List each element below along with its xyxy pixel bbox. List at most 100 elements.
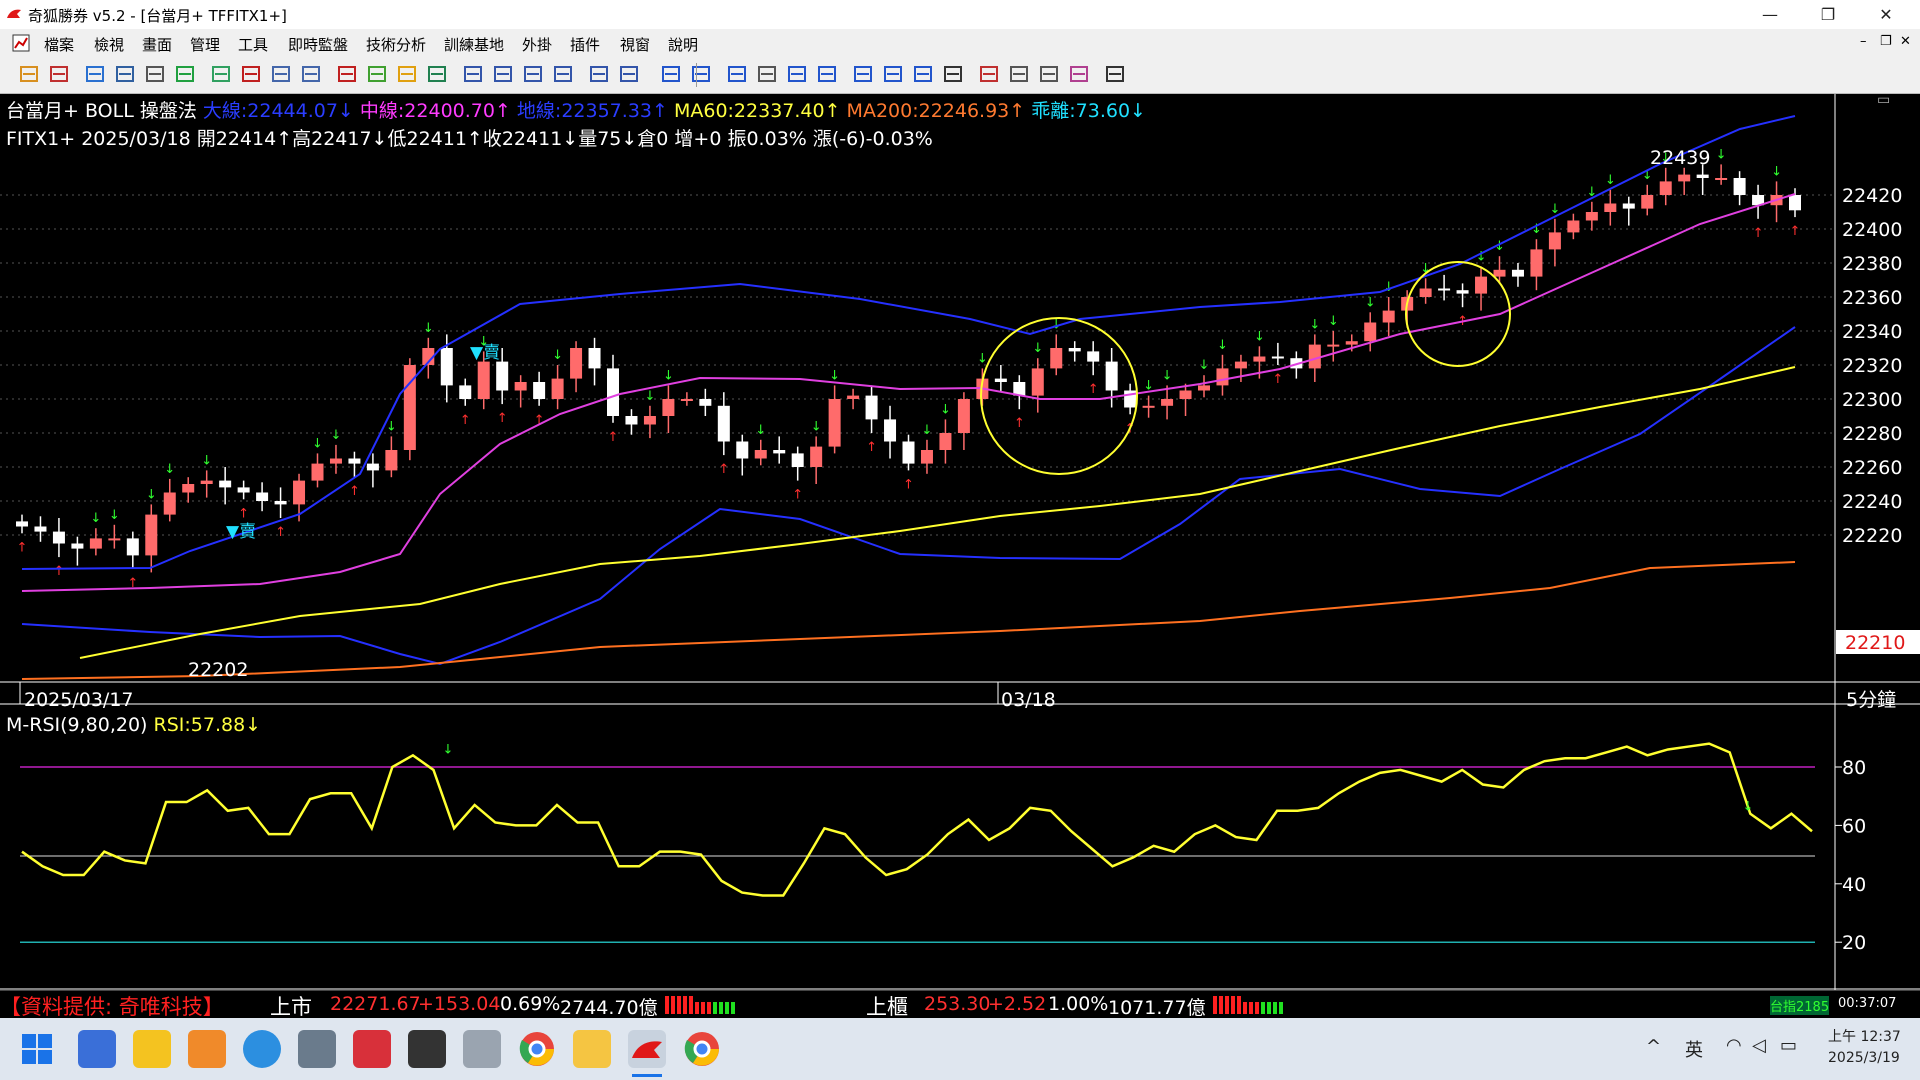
buy-signal-arrow: ↓ <box>1328 314 1339 329</box>
ladybug-app-icon[interactable] <box>463 1030 501 1068</box>
volume-icon[interactable]: ◁ <box>1752 1035 1766 1056</box>
calculator-app-icon[interactable] <box>298 1030 336 1068</box>
menu-8[interactable]: 訓練基地 <box>444 34 504 55</box>
rect-icon[interactable] <box>882 64 904 86</box>
window-icon[interactable] <box>462 64 484 86</box>
current-price-label: 22210 <box>1845 632 1905 654</box>
buy-signal-arrow: ↓ <box>146 487 157 502</box>
store-app-icon[interactable] <box>353 1030 391 1068</box>
menu-1[interactable]: 檔案 <box>44 34 74 55</box>
quote-icon[interactable] <box>48 64 70 86</box>
buy-signal-arrow: ↓ <box>386 419 397 434</box>
close-button[interactable]: ✕ <box>1858 0 1914 29</box>
battery-icon[interactable]: ▭ <box>1780 1035 1797 1056</box>
minimize-button[interactable]: — <box>1742 0 1798 29</box>
boll-lower-line <box>21 326 1796 666</box>
chrome-app-icon[interactable] <box>518 1030 556 1068</box>
menu-7[interactable]: 技術分析 <box>366 34 426 55</box>
menu-2[interactable]: 檢視 <box>94 34 124 55</box>
window5-icon[interactable] <box>588 64 610 86</box>
sell-signal-arrow: ↑ <box>608 430 619 445</box>
diamond-icon[interactable] <box>396 64 418 86</box>
menu-5[interactable]: 工具 <box>238 34 268 55</box>
wifi-icon[interactable]: ◠ <box>1726 1035 1742 1056</box>
volume-bar-segment <box>1237 996 1241 1014</box>
menu-3[interactable]: 畫面 <box>142 34 172 55</box>
globe-app-icon[interactable] <box>243 1030 281 1068</box>
restore-button[interactable]: ❐ <box>1800 0 1856 29</box>
cross-icon[interactable] <box>84 64 106 86</box>
channel-icon[interactable] <box>816 64 838 86</box>
weight-icon[interactable] <box>144 64 166 86</box>
calendar-app-icon[interactable] <box>78 1030 116 1068</box>
ime-indicator[interactable]: 英 <box>1685 1036 1703 1062</box>
video-app-icon[interactable] <box>188 1030 226 1068</box>
window3-icon[interactable] <box>522 64 544 86</box>
taskbar-date[interactable]: 2025/3/19 <box>1828 1050 1900 1066</box>
candle-body <box>957 399 970 433</box>
erase2-icon[interactable] <box>1038 64 1060 86</box>
buy-signal-arrow: ↓ <box>201 453 212 468</box>
menu-12[interactable]: 說明 <box>668 34 698 55</box>
candle-body <box>145 514 158 556</box>
player-app-icon[interactable] <box>133 1030 171 1068</box>
menu-6[interactable]: 即時監盤 <box>288 34 348 55</box>
sell-tag-1: ▼賣 <box>470 343 500 363</box>
panel-menu-icon[interactable]: ▭ <box>1877 92 1890 108</box>
table-icon[interactable] <box>114 64 136 86</box>
eraser-icon[interactable] <box>1008 64 1030 86</box>
fox-taskbar-icon[interactable] <box>628 1030 666 1068</box>
windows-start-icon[interactable] <box>22 1034 52 1064</box>
flag-icon[interactable] <box>336 64 358 86</box>
inner-close-button[interactable]: ✕ <box>1900 34 1911 49</box>
cursor-icon[interactable] <box>660 64 682 86</box>
otc-index: 253.30 <box>924 993 991 1015</box>
fan-icon[interactable] <box>786 64 808 86</box>
menu-11[interactable]: 視窗 <box>620 34 650 55</box>
rsi-header: M-RSI(9,80,20) RSI:57.88↓ <box>6 714 261 736</box>
money-icon[interactable] <box>366 64 388 86</box>
sell-signal-arrow: ↑ <box>275 525 286 540</box>
taskbar-time[interactable]: 上午 12:37 <box>1828 1026 1901 1046</box>
tick-icon[interactable] <box>426 64 448 86</box>
menu-9[interactable]: 外掛 <box>522 34 552 55</box>
volume-bar-segment <box>1273 1002 1277 1014</box>
sell-signal-arrow: ↑ <box>349 484 360 499</box>
buy-signal-arrow: ↓ <box>755 423 766 438</box>
text-icon[interactable] <box>942 64 964 86</box>
save-icon[interactable] <box>1104 64 1126 86</box>
grid-icon[interactable] <box>210 64 232 86</box>
green-chart-icon[interactable] <box>174 64 196 86</box>
candle-body <box>274 501 287 505</box>
window4-icon[interactable] <box>552 64 574 86</box>
volume-bar-segment <box>719 1002 723 1014</box>
tray-overflow-icon[interactable]: ^ <box>1646 1036 1661 1057</box>
price-axis-label: 22220 <box>1842 525 1902 547</box>
open-folder-icon[interactable] <box>18 64 40 86</box>
file-explorer-icon[interactable] <box>573 1030 611 1068</box>
candle-body <box>477 361 490 399</box>
vlines-icon[interactable] <box>756 64 778 86</box>
candle-body <box>625 416 638 425</box>
menu-4[interactable]: 管理 <box>190 34 220 55</box>
doc-icon[interactable] <box>300 64 322 86</box>
otc-label: 上櫃 <box>866 995 908 1019</box>
chart-canvas[interactable]: 22420 22400 22380 22360 22340 22320 22300 22280… <box>0 94 1920 990</box>
ellipse-icon[interactable] <box>912 64 934 86</box>
line-icon[interactable] <box>690 64 712 86</box>
chrome-profile-icon[interactable] <box>683 1030 721 1068</box>
inner-minimize-button[interactable]: – <box>1860 34 1867 49</box>
copy-icon[interactable] <box>270 64 292 86</box>
palette-icon[interactable] <box>1068 64 1090 86</box>
volume-bar-segment <box>1225 996 1229 1014</box>
fib-icon[interactable] <box>726 64 748 86</box>
shape1-icon[interactable] <box>978 64 1000 86</box>
inner-restore-button[interactable]: ❐ <box>1880 34 1892 49</box>
toolbar <box>0 57 1920 94</box>
window2-icon[interactable] <box>492 64 514 86</box>
list-icon[interactable] <box>240 64 262 86</box>
hatch-icon[interactable] <box>852 64 874 86</box>
window6-icon[interactable] <box>618 64 640 86</box>
clapper-app-icon[interactable] <box>408 1030 446 1068</box>
menu-10[interactable]: 插件 <box>570 34 600 55</box>
